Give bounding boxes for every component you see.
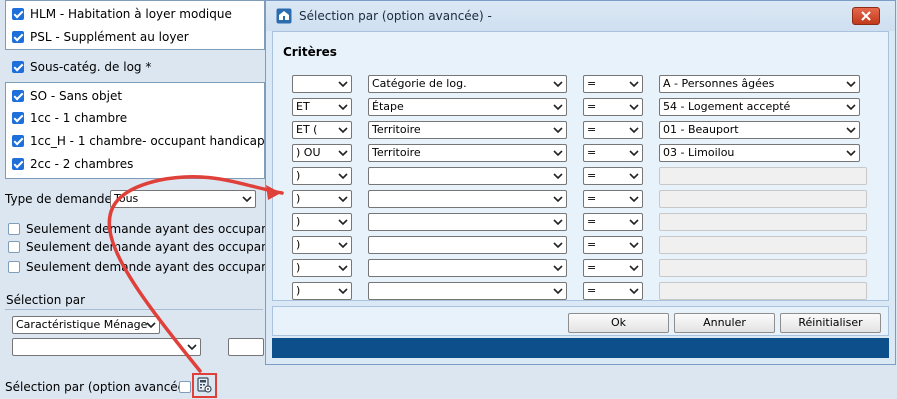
annotation-arrow (107, 174, 284, 373)
arrow-head-icon (266, 185, 281, 200)
